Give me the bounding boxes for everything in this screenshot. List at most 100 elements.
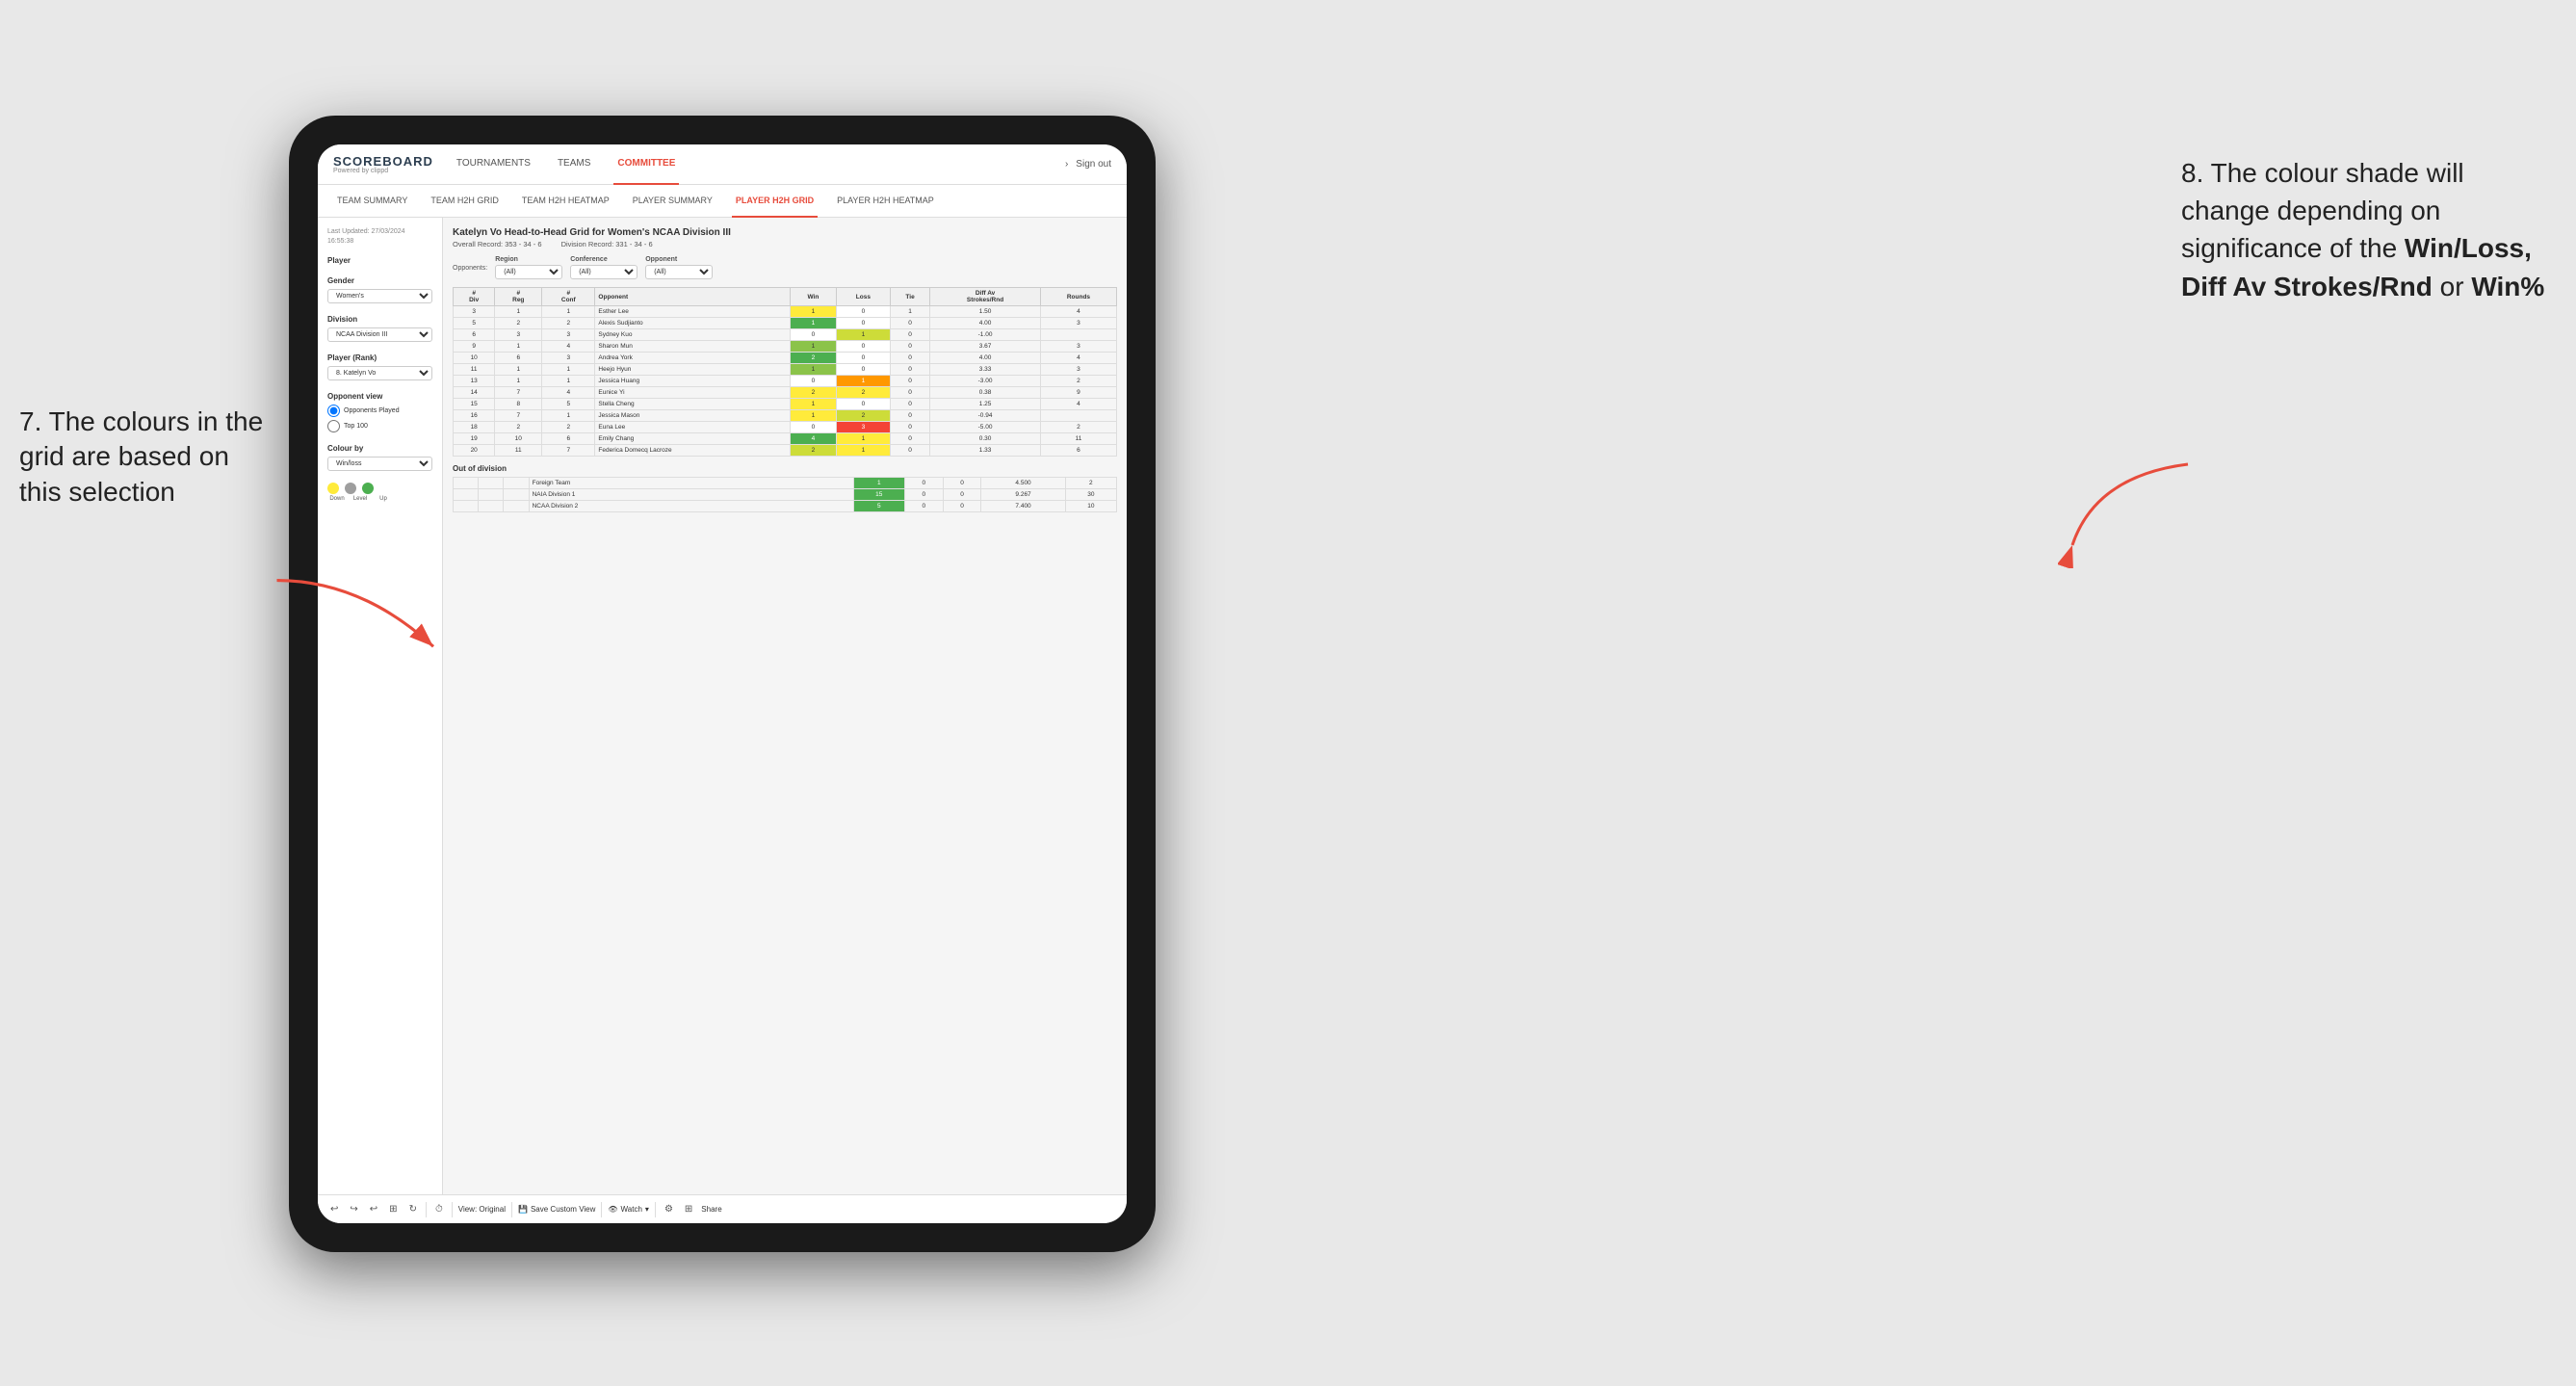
cell-rounds: 6 <box>1040 445 1116 457</box>
overall-record-value: 353 - 34 - 6 <box>505 240 541 248</box>
cell-name: Jessica Huang <box>595 376 791 387</box>
out-of-division-header: Out of division <box>453 464 1117 473</box>
cell-div: 3 <box>454 306 495 318</box>
cell-conf: 3 <box>542 353 595 364</box>
cell-name: Emily Chang <box>595 433 791 445</box>
save-custom-btn[interactable]: 💾 Save Custom View <box>518 1205 595 1214</box>
cell-diff: 1.33 <box>930 445 1041 457</box>
cell-win: 1 <box>791 341 837 353</box>
sidebar-colour-by-select[interactable]: Win/loss <box>327 457 432 471</box>
cell-loss: 3 <box>836 422 890 433</box>
nav-committee[interactable]: COMMITTEE <box>613 144 679 185</box>
redo-button[interactable]: ↪ <box>347 1203 360 1216</box>
cell-conf: 1 <box>542 306 595 318</box>
cell-div: 20 <box>454 445 495 457</box>
sub-nav-player-h2h-grid[interactable]: PLAYER H2H GRID <box>732 185 818 218</box>
cell-name: Sharon Mun <box>595 341 791 353</box>
ood-cell-div <box>454 501 479 512</box>
filter-region: Region (All) <box>495 256 562 279</box>
cell-name: Sydney Kuo <box>595 329 791 341</box>
cell-name: Euna Lee <box>595 422 791 433</box>
filter-conference-select[interactable]: (All) <box>570 265 637 279</box>
cell-rounds: 2 <box>1040 376 1116 387</box>
ood-cell-tie: 0 <box>943 478 981 489</box>
filter-conference: Conference (All) <box>570 256 637 279</box>
cell-reg: 3 <box>495 329 542 341</box>
sidebar-radio-opponents-played[interactable]: Opponents Played <box>327 405 432 417</box>
filter-opponent-select[interactable]: (All) <box>645 265 713 279</box>
cell-win: 2 <box>791 353 837 364</box>
filter-opponent: Opponent (All) <box>645 256 713 279</box>
cell-diff: 0.30 <box>930 433 1041 445</box>
cell-win: 1 <box>791 364 837 376</box>
grid-btn[interactable]: ⊞ <box>682 1203 695 1216</box>
cell-conf: 2 <box>542 318 595 329</box>
cell-name: Heejo Hyun <box>595 364 791 376</box>
ood-cell-reg <box>479 489 504 501</box>
ood-cell-conf <box>504 489 529 501</box>
sidebar-radio-top100[interactable]: Top 100 <box>327 420 432 432</box>
nav-teams[interactable]: TEAMS <box>554 144 594 185</box>
settings-btn[interactable]: ⚙ <box>662 1203 676 1216</box>
filter-conference-label: Conference <box>570 256 637 263</box>
ood-cell-div <box>454 489 479 501</box>
view-original-btn[interactable]: View: Original <box>458 1205 506 1214</box>
sub-nav-team-h2h-heatmap[interactable]: TEAM H2H HEATMAP <box>518 185 613 218</box>
sidebar-gender-select[interactable]: Women's <box>327 289 432 303</box>
sidebar-division-select[interactable]: NCAA Division III <box>327 327 432 342</box>
cell-div: 6 <box>454 329 495 341</box>
arrow-left <box>265 568 457 665</box>
cell-reg: 8 <box>495 399 542 410</box>
sidebar: Last Updated: 27/03/202416:55:38 Player … <box>318 218 443 1194</box>
nav-tournaments[interactable]: TOURNAMENTS <box>453 144 534 185</box>
annotation-right-text: 8. The colour shade will change dependin… <box>2181 158 2544 301</box>
sub-nav-team-h2h-grid[interactable]: TEAM H2H GRID <box>427 185 503 218</box>
clock-button[interactable]: ⏱ <box>432 1203 446 1216</box>
cell-loss: 0 <box>836 399 890 410</box>
cell-diff: -1.00 <box>930 329 1041 341</box>
share-btn[interactable]: Share <box>701 1205 721 1214</box>
legend-label-level: Level <box>351 496 370 502</box>
cell-tie: 0 <box>890 364 929 376</box>
cell-diff: 4.00 <box>930 353 1041 364</box>
ood-cell-div <box>454 478 479 489</box>
table-row: 6 3 3 Sydney Kuo 0 1 0 -1.00 <box>454 329 1117 341</box>
col-reg: #Reg <box>495 288 542 306</box>
watch-btn[interactable]: 👁 Watch ▾ <box>608 1205 649 1214</box>
cell-reg: 1 <box>495 341 542 353</box>
annotation-left: 7. The colours in the grid are based on … <box>19 405 270 510</box>
cell-rounds: 4 <box>1040 353 1116 364</box>
sidebar-division-label: Division <box>327 315 432 324</box>
toolbar-sep4 <box>601 1202 602 1217</box>
legend-dot-down <box>327 483 339 494</box>
cell-rounds: 11 <box>1040 433 1116 445</box>
cell-name: Jessica Mason <box>595 410 791 422</box>
ood-cell-tie: 0 <box>943 501 981 512</box>
refresh-button[interactable]: ↻ <box>406 1203 420 1216</box>
sidebar-player-rank-select[interactable]: 8. Katelyn Vo <box>327 366 432 380</box>
cell-loss: 1 <box>836 433 890 445</box>
ood-cell-reg <box>479 478 504 489</box>
top100-label: Top 100 <box>344 423 368 430</box>
redo2-button[interactable]: ↩ <box>367 1203 380 1216</box>
undo-button[interactable]: ↩ <box>327 1203 341 1216</box>
sub-nav-player-h2h-heatmap[interactable]: PLAYER H2H HEATMAP <box>833 185 938 218</box>
toolbar-sep1 <box>426 1202 427 1217</box>
filter-region-select[interactable]: (All) <box>495 265 562 279</box>
toolbar: ↩ ↪ ↩ ⊞ ↻ ⏱ View: Original 💾 Save Custom… <box>318 1194 1127 1223</box>
cell-diff: 1.25 <box>930 399 1041 410</box>
cell-name: Alexis Sudjianto <box>595 318 791 329</box>
cell-reg: 2 <box>495 422 542 433</box>
copy-button[interactable]: ⊞ <box>386 1203 400 1216</box>
table-row: 3 1 1 Esther Lee 1 0 1 1.50 4 <box>454 306 1117 318</box>
division-record: Division Record: 331 - 34 - 6 <box>561 240 653 248</box>
sub-nav-team-summary[interactable]: TEAM SUMMARY <box>333 185 411 218</box>
cell-div: 13 <box>454 376 495 387</box>
cell-conf: 7 <box>542 445 595 457</box>
cell-tie: 0 <box>890 353 929 364</box>
cell-div: 9 <box>454 341 495 353</box>
sign-out-link[interactable]: Sign out <box>1076 159 1111 170</box>
cell-loss: 0 <box>836 318 890 329</box>
cell-name: Eunice Yi <box>595 387 791 399</box>
sub-nav-player-summary[interactable]: PLAYER SUMMARY <box>629 185 716 218</box>
